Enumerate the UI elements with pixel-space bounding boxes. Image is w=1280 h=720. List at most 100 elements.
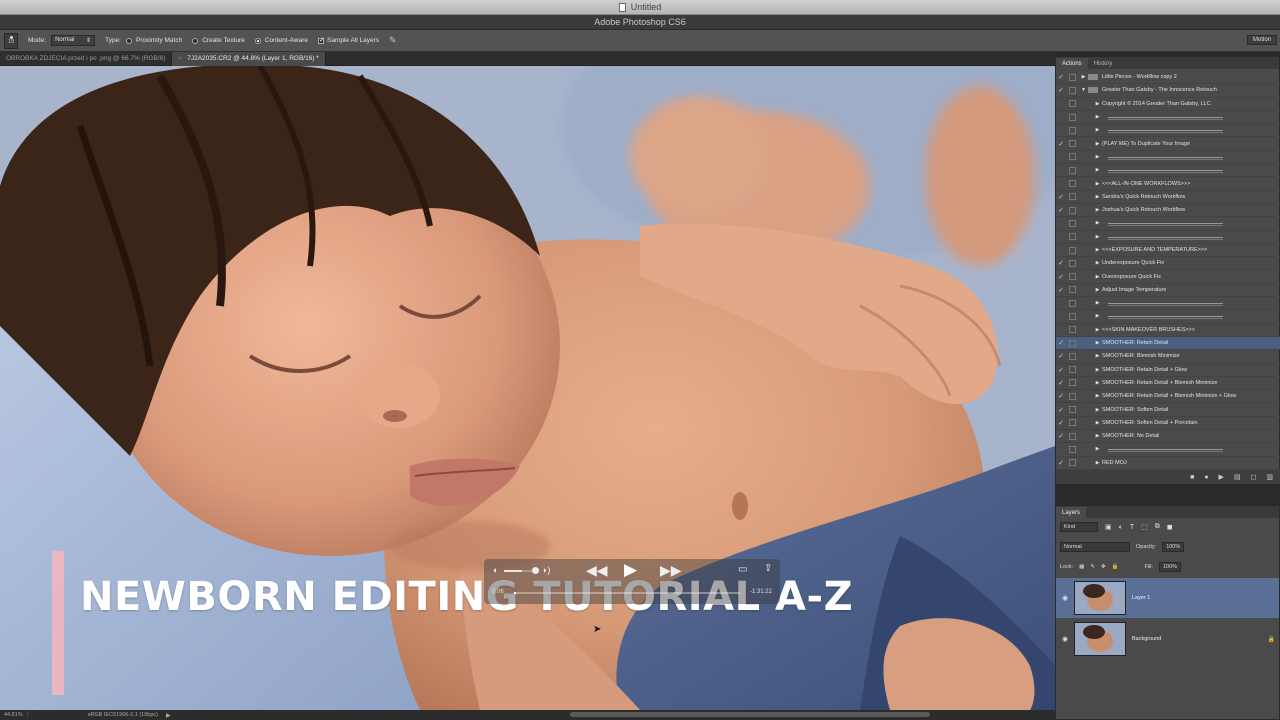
play-icon[interactable]: ▶ (624, 560, 637, 580)
dialog-toggle-icon[interactable] (1069, 180, 1076, 188)
action-row[interactable]: ✓ ▶ SMOOTHER: Retain Detail + Blemish Mini… (1056, 390, 1280, 404)
filter-toggle-icon[interactable]: ◼ (1167, 523, 1173, 531)
disclosure-open-icon[interactable]: ▼ (1079, 87, 1088, 93)
disclosure-closed-icon[interactable]: ▶ (1093, 327, 1102, 333)
tab-history[interactable]: History (1088, 58, 1119, 69)
dialog-toggle-icon[interactable] (1069, 312, 1076, 320)
dialog-toggle-icon[interactable] (1069, 233, 1076, 241)
checkmark-icon[interactable]: ✓ (1056, 140, 1066, 148)
action-row[interactable]: ▶ (1056, 443, 1280, 457)
disclosure-closed-icon[interactable]: ▶ (1093, 114, 1102, 120)
checkmark-icon[interactable]: ✓ (1056, 419, 1066, 427)
dialog-toggle-icon[interactable] (1069, 392, 1076, 400)
action-row[interactable]: ✓ ▶ SMOOTHER: Retain Detail + Glow (1056, 364, 1280, 377)
pixel-filter-icon[interactable]: ▣ (1105, 523, 1112, 531)
action-row[interactable]: ✓ ▶ Joshua's Quick Retouch Workflow (1056, 204, 1280, 218)
dialog-toggle-icon[interactable] (1069, 73, 1076, 81)
volume-knob[interactable] (532, 567, 539, 574)
horizontal-scrollbar[interactable] (570, 712, 930, 717)
action-row[interactable]: ✓ ▶ SMOOTHER: Soften Detail + Porcelain (1056, 417, 1280, 431)
dialog-toggle-icon[interactable] (1069, 366, 1076, 374)
adjustment-filter-icon[interactable]: ◐ (1119, 524, 1123, 531)
trash-icon[interactable]: ▥ (1266, 473, 1273, 481)
new-action-icon[interactable]: ◻ (1251, 473, 1257, 481)
zoom-level[interactable]: 44.81% (0, 712, 28, 718)
action-row[interactable]: ✓ ▶ Overexposure Quick Fix (1056, 270, 1280, 284)
disclosure-closed-icon[interactable]: ▶ (1093, 154, 1102, 160)
action-row[interactable]: ✓ ▼ Greater Than Gatsby - The Innocence Re… (1056, 84, 1280, 98)
layer-row-background[interactable]: ◉ Background 🔒 (1056, 619, 1279, 659)
dialog-toggle-icon[interactable] (1069, 166, 1076, 174)
action-row[interactable]: ✓ ▶ Sandra's Quick Retouch Workflow (1056, 191, 1280, 204)
dialog-toggle-icon[interactable] (1069, 299, 1076, 307)
type-filter-icon[interactable]: T (1130, 524, 1134, 531)
shape-filter-icon[interactable]: ⬚ (1141, 523, 1148, 531)
mode-select[interactable]: Normal ⇕ (51, 35, 96, 46)
disclosure-closed-icon[interactable]: ▶ (1093, 446, 1102, 452)
disclosure-closed-icon[interactable]: ▶ (1093, 433, 1102, 439)
action-row[interactable]: ▶ (1056, 310, 1280, 324)
dialog-toggle-icon[interactable] (1069, 113, 1076, 121)
lock-transparency-icon[interactable]: ▦ (1079, 564, 1084, 570)
dialog-toggle-icon[interactable] (1069, 273, 1076, 281)
checkmark-icon[interactable]: ✓ (1056, 73, 1066, 81)
disclosure-closed-icon[interactable]: ▶ (1079, 74, 1088, 80)
dialog-toggle-icon[interactable] (1069, 153, 1076, 161)
volume-low-icon[interactable]: ◖ (492, 565, 497, 575)
dialog-toggle-icon[interactable] (1069, 219, 1076, 227)
brush-preset-picker[interactable]: 19 (4, 32, 18, 49)
checkmark-icon[interactable]: ✓ (1056, 259, 1066, 267)
lock-pixels-icon[interactable]: ✎ (1090, 564, 1095, 570)
disclosure-closed-icon[interactable]: ▶ (1093, 194, 1102, 200)
dialog-toggle-icon[interactable] (1069, 193, 1076, 201)
disclosure-closed-icon[interactable]: ▶ (1093, 247, 1102, 253)
checkmark-icon[interactable]: ✓ (1056, 273, 1066, 281)
dialog-toggle-icon[interactable] (1069, 339, 1076, 347)
disclosure-closed-icon[interactable]: ▶ (1093, 234, 1102, 240)
checkmark-icon[interactable]: ✓ (1056, 286, 1066, 294)
disclosure-closed-icon[interactable]: ▶ (1093, 260, 1102, 266)
type-create-texture-radio[interactable]: Create Texture (192, 37, 245, 44)
action-row[interactable]: ✓ ▶ RED MOJ (1056, 457, 1280, 470)
action-row[interactable]: ✓ ▶ Underexposure Quick Fix (1056, 257, 1280, 271)
checkmark-icon[interactable]: ✓ (1056, 459, 1066, 467)
checkmark-icon[interactable]: ✓ (1056, 366, 1066, 374)
action-row[interactable]: ✓ ▶ Adjust Image Temperature (1056, 284, 1280, 298)
smart-object-filter-icon[interactable]: ⧉ (1155, 523, 1160, 531)
eye-icon[interactable]: ◉ (1056, 635, 1074, 643)
disclosure-closed-icon[interactable]: ▶ (1093, 340, 1102, 346)
dialog-toggle-icon[interactable] (1069, 286, 1076, 294)
checkmark-icon[interactable]: ✓ (1056, 339, 1066, 347)
disclosure-closed-icon[interactable]: ▶ (1093, 420, 1102, 426)
action-row[interactable]: ✓ ▶ (PLAY ME) To Duplicate Your Image (1056, 137, 1280, 151)
document-canvas[interactable]: NEWBORN EDITING TUTORIAL A-Z ◖ ◗) ◀◀ ▶ ▶… (0, 66, 1055, 710)
new-set-icon[interactable]: ▤ (1234, 473, 1241, 481)
volume-high-icon[interactable]: ◗) (542, 565, 550, 575)
kind-filter-select[interactable]: Kind (1060, 522, 1098, 532)
dialog-toggle-icon[interactable] (1069, 445, 1076, 453)
action-row[interactable]: ✓ ▶ SMOOTHER: Retain Detail (1056, 336, 1280, 351)
type-proximity-match-radio[interactable]: Proximity Match (125, 37, 182, 44)
action-row[interactable]: ✓ ▶ Little Pieces - Workflow copy 2 (1056, 71, 1280, 85)
document-tab[interactable]: OBROBKA ZDJECIA przed i po .png @ 66.7% … (0, 51, 173, 66)
checkmark-icon[interactable]: ✓ (1056, 86, 1066, 94)
dialog-toggle-icon[interactable] (1069, 86, 1076, 94)
disclosure-closed-icon[interactable]: ▶ (1093, 460, 1102, 466)
airplay-icon[interactable]: ▭ (738, 564, 747, 575)
checkmark-icon[interactable]: ✓ (1056, 392, 1066, 400)
disclosure-closed-icon[interactable]: ▶ (1093, 181, 1102, 187)
disclosure-closed-icon[interactable]: ▶ (1093, 393, 1102, 399)
tab-layers[interactable]: Layers (1056, 507, 1087, 518)
layer-name[interactable]: Layer 1 (1132, 595, 1150, 601)
document-tab-active[interactable]: × 7J2A2035.CR2 @ 44.8% (Layer 1, RGB/16)… (172, 51, 326, 66)
action-row[interactable]: ▶ <<<EXPOSURE AND TEMPERATURE>>> (1056, 244, 1280, 258)
lock-position-icon[interactable]: ✥ (1101, 564, 1106, 570)
dialog-toggle-icon[interactable] (1069, 246, 1076, 254)
action-row[interactable]: ▶ <<<SKIN MAKEOVER BRUSHES>>> (1056, 324, 1280, 337)
dialog-toggle-icon[interactable] (1069, 326, 1076, 334)
disclosure-closed-icon[interactable]: ▶ (1093, 274, 1102, 280)
dialog-toggle-icon[interactable] (1069, 406, 1076, 414)
dialog-toggle-icon[interactable] (1069, 100, 1076, 108)
action-row[interactable]: ✓ ▶ SMOOTHER: Blemish Minimize (1056, 350, 1280, 364)
dialog-toggle-icon[interactable] (1069, 206, 1076, 214)
